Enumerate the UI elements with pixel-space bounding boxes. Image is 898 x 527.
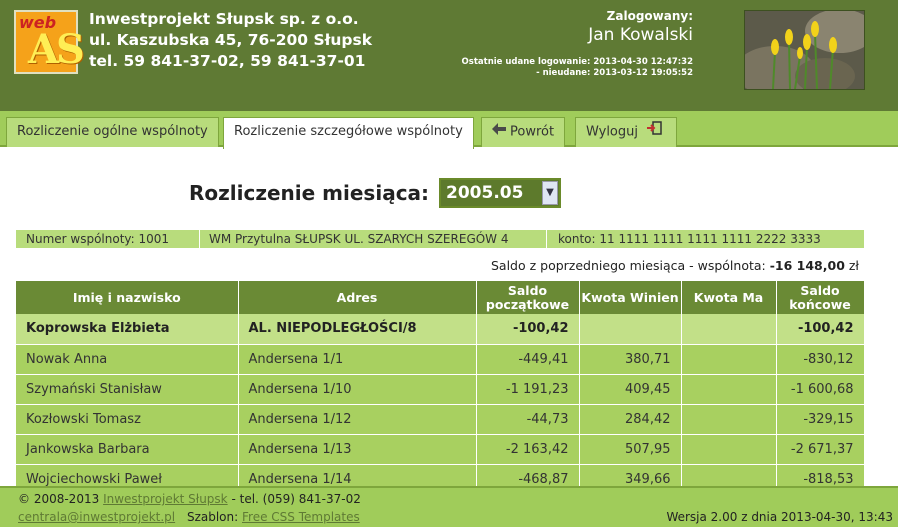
month-select[interactable]: 2005.05 ▼ [439, 178, 561, 208]
cell-name: Nowak Anna [16, 344, 239, 375]
month-label: Rozliczenie miesiąca: [189, 181, 430, 205]
footer-line-1: © 2008-2013 Inwestprojekt Słupsk - tel. … [18, 492, 361, 506]
tab-label: Wyloguj [586, 124, 638, 140]
community-info-bar: Numer wspólnoty: 1001 WM Przytulna SŁUPS… [16, 230, 864, 248]
company-logo: web AS [14, 10, 85, 74]
cell-start-balance: -2 163,42 [476, 434, 580, 465]
chevron-down-icon[interactable]: ▼ [542, 181, 558, 205]
cell-address: Andersena 1/10 [238, 374, 477, 405]
company-phone: tel. 59 841-37-02, 59 841-37-01 [89, 52, 366, 70]
settlement-table: Imię i nazwisko Adres Saldo początkowe K… [16, 281, 865, 495]
column-header[interactable]: Adres [238, 281, 477, 314]
header: web AS Inwestprojekt Słupsk sp. z o.o. u… [0, 0, 898, 111]
separator [199, 230, 200, 248]
table-row[interactable]: Szymański Stanisław Andersena 1/10 -1 19… [16, 374, 865, 405]
table-row[interactable]: Kozłowski Tomasz Andersena 1/12 -44,73 2… [16, 404, 865, 435]
cell-start-balance: -1 191,23 [476, 374, 580, 405]
column-header[interactable]: Kwota Winien [579, 281, 682, 314]
tab-logout[interactable]: Wyloguj [575, 117, 678, 147]
user-name: Jan Kowalski [588, 25, 693, 45]
cell-end-balance: -100,42 [776, 314, 865, 345]
cell-credit [681, 374, 777, 405]
table-row[interactable]: Jankowska Barbara Andersena 1/13 -2 163,… [16, 434, 865, 465]
tab-bar: Rozliczenie ogólne wspólnoty Rozliczenie… [0, 111, 898, 149]
cell-address: Andersena 1/13 [238, 434, 477, 465]
cell-debit: 507,95 [579, 434, 682, 465]
cell-end-balance: -1 600,68 [776, 374, 865, 405]
footer: © 2008-2013 Inwestprojekt Słupsk - tel. … [0, 486, 898, 527]
cell-name: Kozłowski Tomasz [16, 404, 239, 435]
copyright: © 2008-2013 [18, 492, 100, 506]
version-info: Wersja 2.00 z dnia 2013-04-30, 13:43 [666, 510, 893, 524]
cell-credit [681, 404, 777, 435]
cell-address: Andersena 1/1 [238, 344, 477, 375]
cell-credit [681, 434, 777, 465]
email-link[interactable]: centrala@inwestprojekt.pl [18, 510, 175, 524]
cell-start-balance: -44,73 [476, 404, 580, 435]
community-name: WM Przytulna SŁUPSK UL. SZARYCH SZEREGÓW… [209, 232, 509, 246]
column-header[interactable]: Imię i nazwisko [16, 281, 239, 314]
community-account: konto: 11 1111 1111 1111 1111 2222 3333 [558, 232, 821, 246]
separator [546, 230, 547, 248]
footer-line-2: centrala@inwestprojekt.pl Szablon: Free … [18, 510, 360, 524]
cell-end-balance: -830,12 [776, 344, 865, 375]
cell-credit [681, 314, 777, 345]
cell-end-balance: -329,15 [776, 404, 865, 435]
cell-credit [681, 344, 777, 375]
cell-name: Jankowska Barbara [16, 434, 239, 465]
column-header[interactable]: Saldo końcowe [776, 281, 865, 314]
login-info: Ostatnie udane logowanie: 2013-04-30 12:… [462, 57, 693, 79]
cell-debit: 284,42 [579, 404, 682, 435]
logo-as-text: AS [28, 26, 85, 73]
logout-icon [646, 118, 662, 146]
company-name: Inwestprojekt Słupsk sp. z o.o. [89, 10, 359, 28]
cell-debit: 409,45 [579, 374, 682, 405]
cell-start-balance: -100,42 [476, 314, 580, 345]
arrow-left-icon [492, 118, 506, 146]
previous-balance-unit: zł [848, 258, 859, 273]
template-link[interactable]: Free CSS Templates [242, 510, 360, 524]
company-address: ul. Kaszubska 45, 76-200 Słupsk [89, 31, 373, 49]
cell-end-balance: -2 671,37 [776, 434, 865, 465]
cell-name: Koprowska Elżbieta [16, 314, 239, 345]
last-failed-login: - nieudane: 2013-03-12 19:05:52 [536, 68, 693, 78]
column-header[interactable]: Kwota Ma [681, 281, 777, 314]
previous-balance-value: -16 148,00 [769, 258, 845, 273]
month-selected-value: 2005.05 [446, 183, 524, 203]
company-link[interactable]: Inwestprojekt Słupsk [103, 492, 228, 506]
table-row[interactable]: Nowak Anna Andersena 1/1 -449,41 380,71 … [16, 344, 865, 375]
tab-back[interactable]: Powrót [481, 117, 566, 147]
template-label: Szablon: [186, 510, 239, 524]
header-photo [744, 10, 865, 90]
tab-label: Powrót [510, 124, 555, 140]
previous-balance-label: Saldo z poprzedniego miesiąca - wspólnot… [490, 258, 766, 273]
tab-label: Rozliczenie szczegółowe wspólnoty [234, 124, 463, 139]
previous-balance: Saldo z poprzedniego miesiąca - wspólnot… [491, 258, 859, 273]
cell-debit: 380,71 [579, 344, 682, 375]
footer-phone: - tel. (059) 841-37-02 [231, 492, 361, 506]
community-number: Numer wspólnoty: 1001 [26, 232, 170, 246]
cell-address: AL. NIEPODLEGŁOŚCI/8 [238, 314, 477, 345]
cell-start-balance: -449,41 [476, 344, 580, 375]
table-row[interactable]: Koprowska Elżbieta AL. NIEPODLEGŁOŚCI/8 … [16, 314, 865, 345]
table-header-row: Imię i nazwisko Adres Saldo początkowe K… [16, 281, 865, 314]
tab-label: Rozliczenie ogólne wspólnoty [17, 124, 208, 139]
column-header[interactable]: Saldo początkowe [476, 281, 580, 314]
logged-in-label: Zalogowany: [606, 9, 693, 23]
tab-detailed-settlement[interactable]: Rozliczenie szczegółowe wspólnoty [223, 117, 474, 149]
cell-address: Andersena 1/12 [238, 404, 477, 435]
cell-debit [579, 314, 682, 345]
last-login: Ostatnie udane logowanie: 2013-04-30 12:… [461, 57, 693, 67]
company-info: Inwestprojekt Słupsk sp. z o.o. ul. Kasz… [89, 9, 372, 72]
cell-name: Szymański Stanisław [16, 374, 239, 405]
tab-general-settlement[interactable]: Rozliczenie ogólne wspólnoty [6, 117, 219, 147]
